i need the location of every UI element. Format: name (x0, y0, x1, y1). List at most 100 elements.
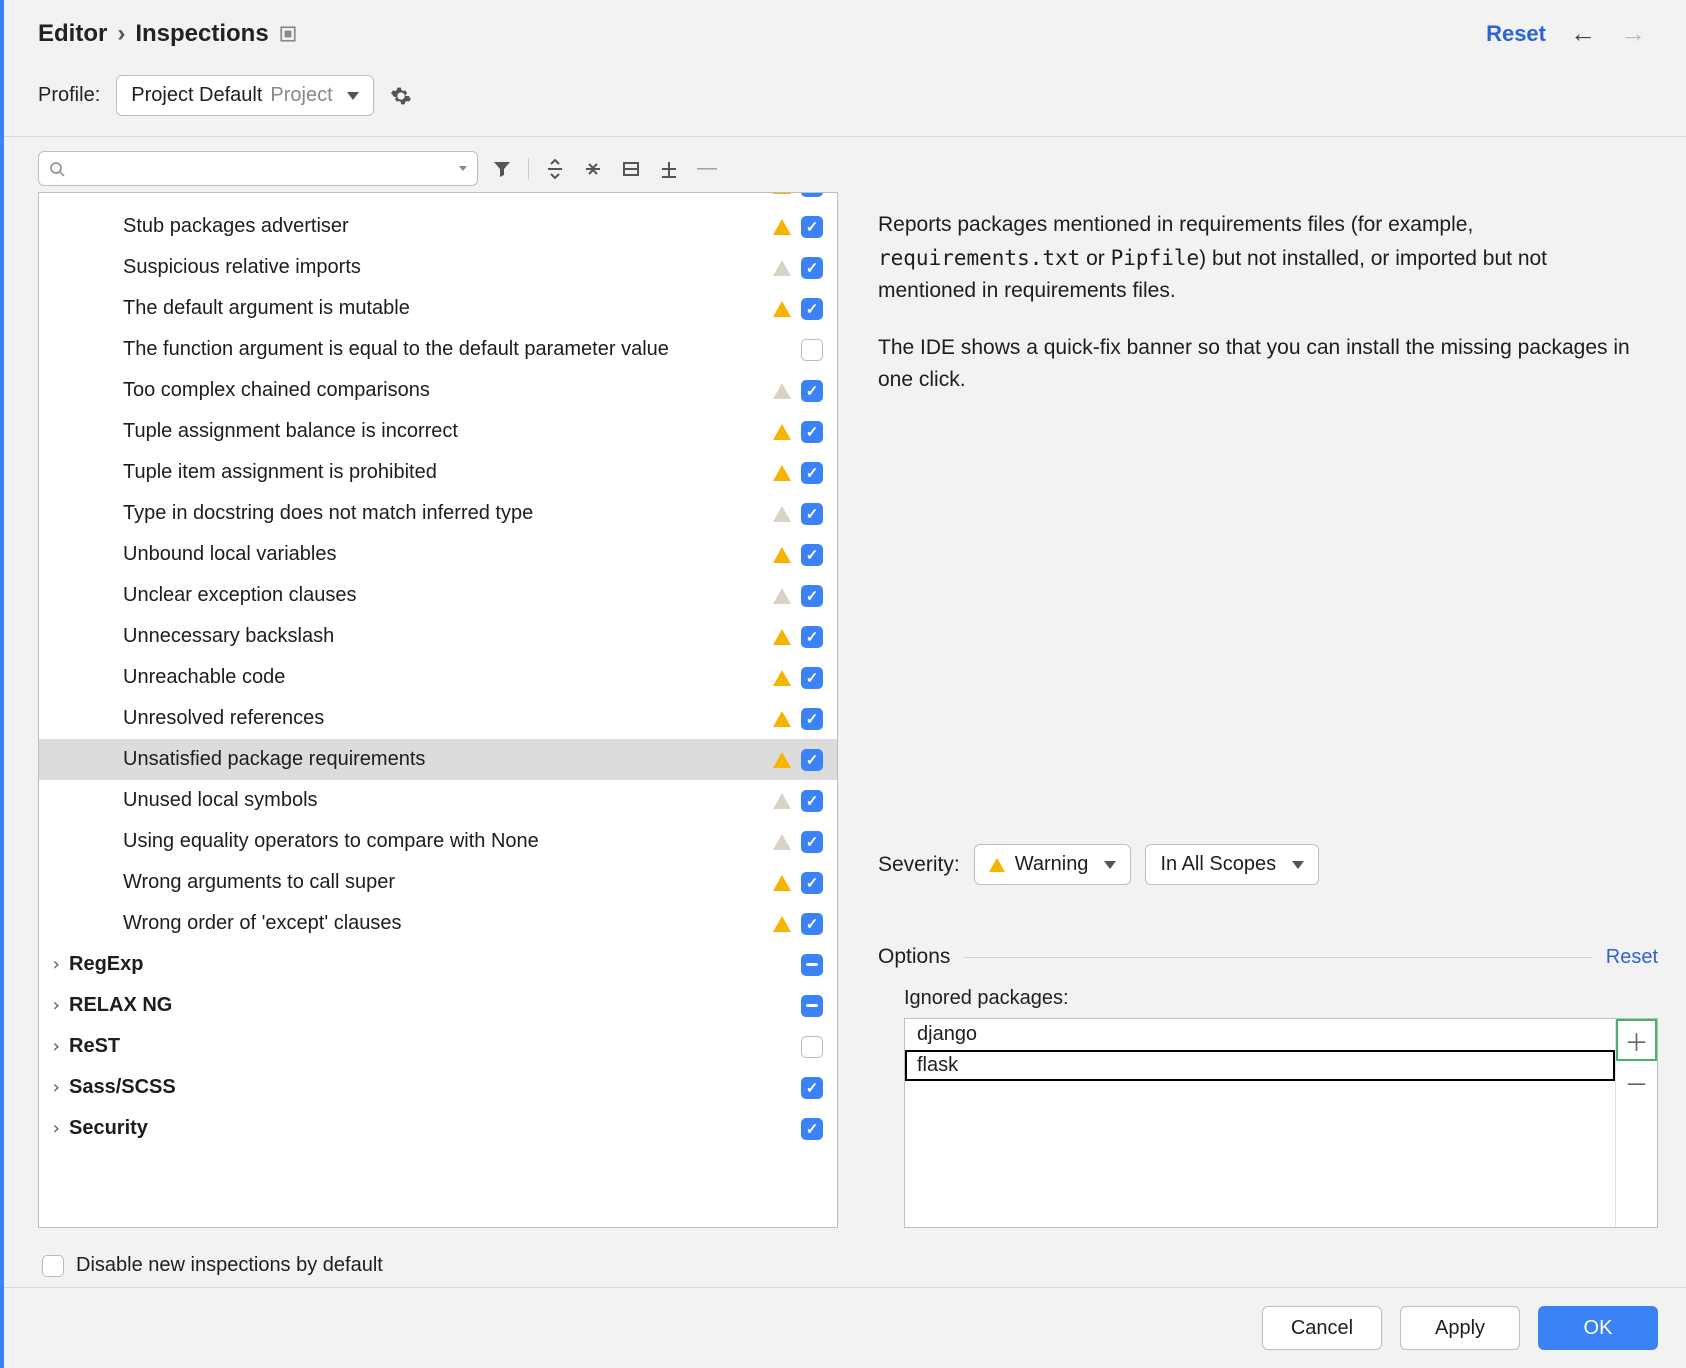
inspection-label: Wrong order of 'except' clauses (123, 912, 767, 935)
inspection-item[interactable]: The default argument is mutable (39, 288, 837, 329)
inspection-label: Sass/SCSS (69, 1076, 767, 1099)
profile-label: Profile: (38, 84, 100, 107)
inspection-checkbox[interactable] (801, 1036, 823, 1058)
reset-link[interactable]: Reset (1486, 21, 1546, 47)
inspection-checkbox[interactable] (801, 1118, 823, 1140)
inspection-checkbox[interactable] (801, 339, 823, 361)
ignored-package-item-editing[interactable]: flask (905, 1050, 1615, 1081)
breadcrumb-parent[interactable]: Editor (38, 20, 107, 48)
cancel-button[interactable]: Cancel (1262, 1306, 1382, 1350)
inspection-item[interactable]: Stub packages advertiser (39, 206, 837, 247)
inspection-item[interactable]: The function argument is equal to the de… (39, 329, 837, 370)
search-field[interactable] (73, 158, 451, 179)
options-reset-link[interactable]: Reset (1606, 946, 1658, 969)
inspection-label: RELAX NG (69, 994, 767, 1017)
inspection-item[interactable]: Too complex chained comparisons (39, 370, 837, 411)
disable-new-checkbox[interactable] (42, 1255, 64, 1277)
inspection-checkbox[interactable] (801, 790, 823, 812)
inspection-item[interactable]: Tuple item assignment is prohibited (39, 452, 837, 493)
inspection-item[interactable]: Statement has no effect (39, 192, 837, 206)
inspection-item[interactable]: Using equality operators to compare with… (39, 821, 837, 862)
inspection-checkbox[interactable] (801, 708, 823, 730)
search-input[interactable] (38, 151, 478, 186)
severity-select[interactable]: Warning (974, 844, 1132, 885)
inspection-group[interactable]: ›Sass/SCSS (39, 1067, 837, 1108)
inspection-item[interactable]: Unused local symbols (39, 780, 837, 821)
inspection-item[interactable]: Unnecessary backslash (39, 616, 837, 657)
inspection-label: The default argument is mutable (123, 297, 767, 320)
inspection-label: Unresolved references (123, 707, 767, 730)
inspection-checkbox[interactable] (801, 667, 823, 689)
severity-label: Severity: (878, 853, 960, 877)
back-arrow-icon[interactable]: ← (1570, 18, 1596, 49)
detach-icon[interactable] (279, 25, 297, 43)
apply-button[interactable]: Apply (1400, 1306, 1520, 1350)
collapse-all-icon[interactable] (579, 155, 607, 183)
inspection-group[interactable]: ›Security (39, 1108, 837, 1149)
inspection-label: Stub packages advertiser (123, 215, 767, 238)
inspection-group[interactable]: ›RELAX NG (39, 985, 837, 1026)
inspection-item[interactable]: Wrong order of 'except' clauses (39, 903, 837, 944)
remove-ignored-button[interactable]: － (1616, 1061, 1657, 1103)
expand-chevron-icon[interactable]: › (43, 1118, 69, 1139)
inspection-checkbox[interactable] (801, 462, 823, 484)
warning-icon (767, 547, 797, 563)
inspection-checkbox[interactable] (801, 192, 823, 197)
inspection-checkbox[interactable] (801, 298, 823, 320)
inspection-item[interactable]: Unsatisfied package requirements (39, 739, 837, 780)
profile-name: Project Default (131, 84, 262, 107)
inspection-checkbox[interactable] (801, 380, 823, 402)
ignored-package-item[interactable]: django (905, 1019, 1615, 1050)
search-history-icon[interactable] (459, 166, 467, 171)
inspection-item[interactable]: Type in docstring does not match inferre… (39, 493, 837, 534)
inspection-checkbox[interactable] (801, 626, 823, 648)
inspection-checkbox[interactable] (801, 585, 823, 607)
inspection-item[interactable]: Unreachable code (39, 657, 837, 698)
inspection-checkbox[interactable] (801, 1077, 823, 1099)
reset-defaults-icon[interactable] (617, 155, 645, 183)
ignored-packages-list[interactable]: django flask (905, 1019, 1615, 1227)
inspection-checkbox[interactable] (801, 257, 823, 279)
scope-select[interactable]: In All Scopes (1145, 844, 1319, 885)
inspection-checkbox[interactable] (801, 503, 823, 525)
warning-icon (989, 858, 1005, 872)
ignored-packages-label: Ignored packages: (904, 987, 1658, 1010)
inspection-item[interactable]: Tuple assignment balance is incorrect (39, 411, 837, 452)
inspection-item[interactable]: Suspicious relative imports (39, 247, 837, 288)
expand-chevron-icon[interactable]: › (43, 1077, 69, 1098)
inspection-label: The function argument is equal to the de… (123, 338, 767, 361)
gear-icon[interactable] (390, 85, 412, 107)
expand-chevron-icon[interactable]: › (43, 1036, 69, 1057)
inspection-checkbox[interactable] (801, 544, 823, 566)
inspection-checkbox[interactable] (801, 872, 823, 894)
inspection-group[interactable]: ›RegExp (39, 944, 837, 985)
warning-icon (767, 752, 797, 768)
expand-chevron-icon[interactable]: › (43, 954, 69, 975)
profile-select[interactable]: Project Default Project (116, 75, 373, 116)
inspection-item[interactable]: Unclear exception clauses (39, 575, 837, 616)
filter-icon[interactable] (488, 155, 516, 183)
warning-icon (767, 629, 797, 645)
expand-all-icon[interactable] (541, 155, 569, 183)
inspection-checkbox[interactable] (801, 749, 823, 771)
inspection-checkbox[interactable] (801, 831, 823, 853)
add-ignored-button[interactable]: ＋ (1616, 1019, 1657, 1061)
inspection-checkbox[interactable] (801, 421, 823, 443)
inspection-item[interactable]: Unbound local variables (39, 534, 837, 575)
warning-icon (767, 670, 797, 686)
profile-scope: Project (270, 84, 332, 107)
inspection-checkbox[interactable] (801, 954, 823, 976)
remove-icon[interactable]: — (693, 155, 721, 183)
inspection-tree[interactable]: Statement has no effect Stub packages adv… (38, 192, 838, 1228)
ok-button[interactable]: OK (1538, 1306, 1658, 1350)
add-icon[interactable] (655, 155, 683, 183)
expand-chevron-icon[interactable]: › (43, 995, 69, 1016)
disable-new-label: Disable new inspections by default (76, 1254, 383, 1277)
inspection-checkbox[interactable] (801, 995, 823, 1017)
search-icon (49, 161, 65, 177)
inspection-group[interactable]: ›ReST (39, 1026, 837, 1067)
inspection-item[interactable]: Unresolved references (39, 698, 837, 739)
inspection-checkbox[interactable] (801, 216, 823, 238)
inspection-item[interactable]: Wrong arguments to call super (39, 862, 837, 903)
inspection-checkbox[interactable] (801, 913, 823, 935)
